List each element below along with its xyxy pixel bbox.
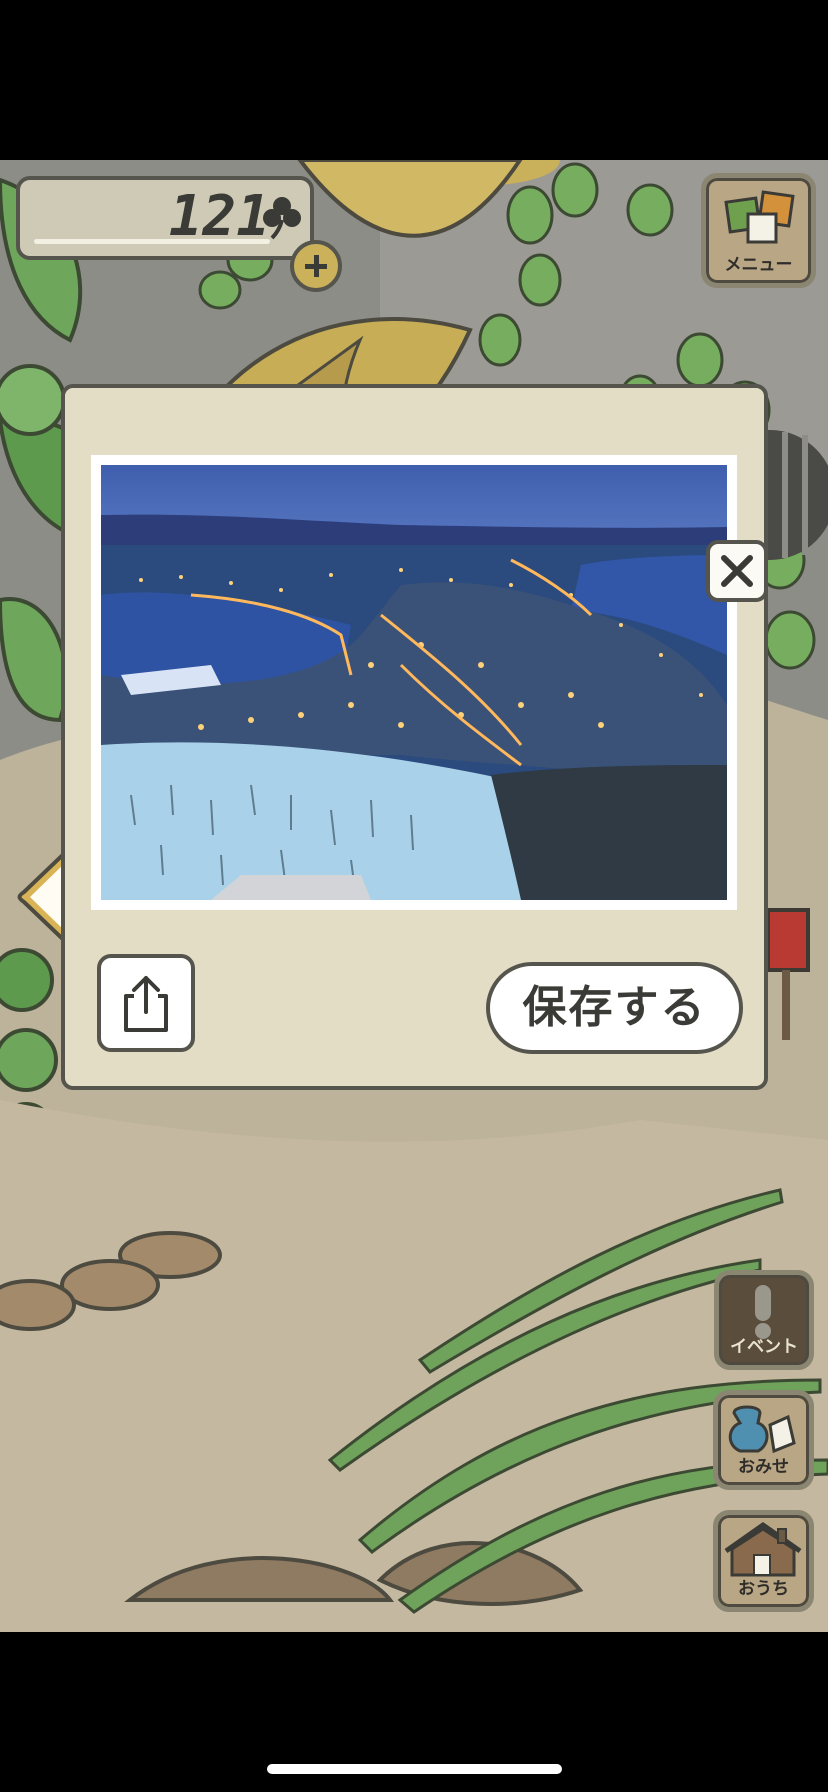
clover-counter: 121 [16, 176, 314, 260]
postcard-photo [101, 465, 727, 900]
shop-bags-icon [728, 1405, 796, 1454]
menu-button[interactable]: メニュー [701, 173, 816, 288]
counter-underline [34, 239, 270, 244]
shop-label: おみせ [738, 1457, 789, 1477]
shop-button[interactable]: おみせ [713, 1390, 814, 1490]
photo-frame [91, 455, 737, 910]
close-icon [721, 555, 753, 587]
home-indicator[interactable] [267, 1764, 562, 1774]
add-clover-button[interactable] [290, 240, 342, 292]
house-icon [724, 1521, 802, 1577]
share-icon [124, 976, 168, 1032]
share-button[interactable] [97, 954, 195, 1052]
close-button[interactable] [706, 540, 768, 602]
event-button[interactable]: イベント [714, 1270, 814, 1370]
home-button[interactable]: おうち [713, 1510, 814, 1612]
event-label: イベント [730, 1337, 798, 1357]
menu-label: メニュー [724, 255, 793, 275]
save-button[interactable]: 保存する [486, 962, 743, 1054]
clover-icon [263, 197, 301, 240]
menu-cards-icon [724, 190, 795, 244]
home-label: おうち [738, 1579, 789, 1599]
